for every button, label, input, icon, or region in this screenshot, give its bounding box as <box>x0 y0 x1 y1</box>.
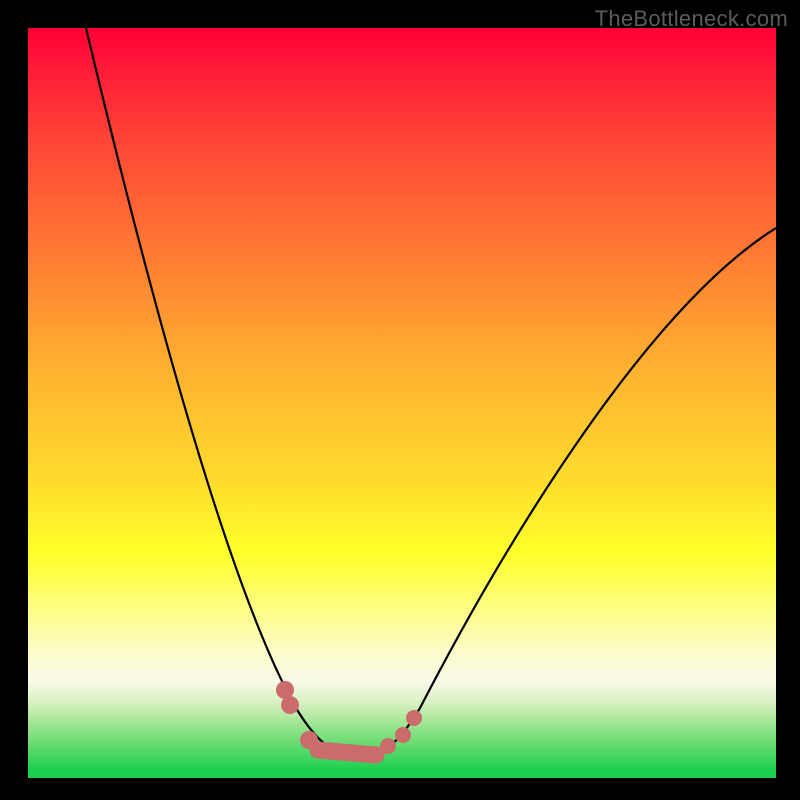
marker-5 <box>406 710 422 726</box>
marker-4 <box>395 727 411 743</box>
chart-area <box>28 28 776 778</box>
marker-1 <box>281 696 299 714</box>
bottleneck-curve <box>86 28 776 756</box>
marker-3 <box>380 738 396 754</box>
chart-svg <box>28 28 776 778</box>
marker-2 <box>300 731 318 749</box>
watermark: TheBottleneck.com <box>595 6 788 32</box>
optimal-segment <box>318 750 376 755</box>
